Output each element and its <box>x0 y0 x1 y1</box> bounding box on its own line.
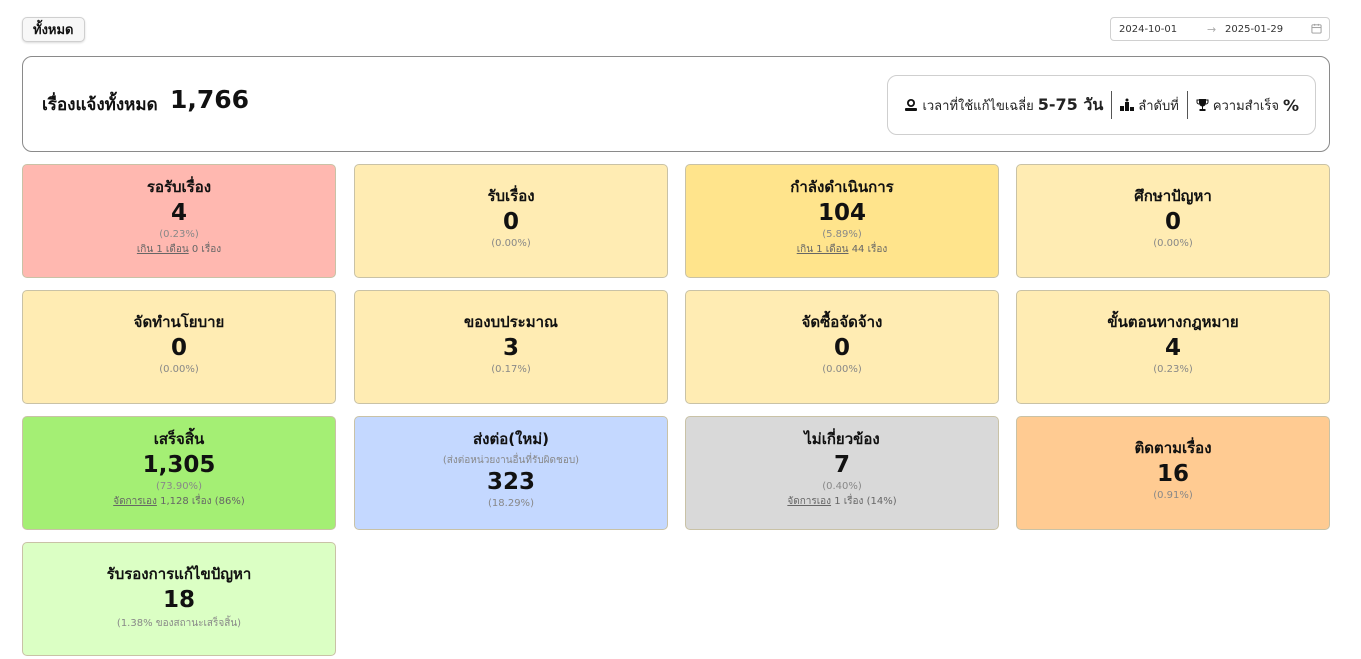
status-card-pending[interactable]: รอรับเรื่อง 4 (0.23%) เกิน 1 เดือน 0 เรื่อง <box>22 164 336 278</box>
card-percent: (0.23%) <box>159 229 199 240</box>
card-note-text: 1 เรื่อง (14%) <box>831 496 897 507</box>
trophy-icon <box>1196 99 1209 111</box>
status-card-follow-up[interactable]: ติดตามเรื่อง 16 (0.91%) <box>1016 416 1330 530</box>
status-card-policy[interactable]: จัดทำนโยบาย 0 (0.00%) <box>22 290 336 404</box>
card-percent: (0.00%) <box>159 364 199 375</box>
success-stat: ความสำเร็จ % <box>1186 91 1307 119</box>
card-percent: (0.40%) <box>822 481 862 492</box>
card-percent: (0.17%) <box>491 364 531 375</box>
summary-panel: เรื่องแจ้งทั้งหมด 1,766 เวลาที่ใช้แก้ไขเ… <box>22 56 1330 152</box>
card-title: ของบประมาณ <box>464 313 558 331</box>
card-note-link[interactable]: จัดการเอง <box>113 496 157 507</box>
date-end[interactable]: 2025-01-29 <box>1225 24 1283 35</box>
card-title: ส่งต่อ(ใหม่) <box>472 430 550 448</box>
status-card-resolution-certified[interactable]: รับรองการแก้ไขปัญหา 18 (1.38% ของสถานะเสร็… <box>22 542 336 656</box>
card-note-text: 0 เรื่อง <box>188 244 222 255</box>
card-percent: (73.90%) <box>156 481 202 492</box>
avg-time-label: เวลาที่ใช้แก้ไขเฉลี่ย <box>922 98 1034 114</box>
card-note: เกิน 1 เดือน 44 เรื่อง <box>686 242 998 257</box>
status-card-completed[interactable]: เสร็จสิ้น 1,305 (73.90%) จัดการเอง 1,128 เร… <box>22 416 336 530</box>
card-title: ไม่เกี่ยวข้อง <box>804 430 880 448</box>
status-card-procurement[interactable]: จัดซื้อจัดจ้าง 0 (0.00%) <box>685 290 999 404</box>
card-note: เกิน 1 เดือน 0 เรื่อง <box>23 242 335 257</box>
card-percent: (1.38% ของสถานะเสร็จสิ้น) <box>116 618 242 629</box>
card-value: 323 <box>486 469 535 495</box>
card-value: 7 <box>833 452 850 478</box>
card-value: 0 <box>833 335 850 361</box>
status-card-budget[interactable]: ของบประมาณ 3 (0.17%) <box>354 290 668 404</box>
status-card-received[interactable]: รับเรื่อง 0 (0.00%) <box>354 164 668 278</box>
card-percent: (0.00%) <box>1153 238 1193 249</box>
card-subtitle: (ส่งต่อหน่วยงานอื่นที่รับผิดชอบ) <box>442 455 580 466</box>
card-value: 0 <box>502 209 519 235</box>
total-count: 1,766 <box>170 85 250 114</box>
status-card-studying[interactable]: ศึกษาปัญหา 0 (0.00%) <box>1016 164 1330 278</box>
card-percent: (0.00%) <box>491 238 531 249</box>
card-value: 18 <box>162 587 195 613</box>
success-value: % <box>1282 95 1299 115</box>
clock-hand-icon <box>905 99 918 111</box>
rank-stat: ลำดับที่ <box>1111 91 1187 119</box>
calendar-icon[interactable] <box>1311 23 1322 34</box>
card-percent: (0.23%) <box>1153 364 1193 375</box>
filter-all-button[interactable]: ทั้งหมด <box>22 17 85 42</box>
card-title: ขั้นตอนทางกฎหมาย <box>1107 313 1239 331</box>
card-value: 16 <box>1156 461 1189 487</box>
card-title: รอรับเรื่อง <box>146 178 212 196</box>
card-value: 3 <box>502 335 519 361</box>
card-title: จัดทำนโยบาย <box>133 313 225 331</box>
card-value: 4 <box>1164 335 1181 361</box>
card-title: ศึกษาปัญหา <box>1134 187 1212 205</box>
card-title: ติดตามเรื่อง <box>1134 439 1212 457</box>
avg-time-stat: เวลาที่ใช้แก้ไขเฉลี่ย 5-75 วัน <box>896 91 1111 119</box>
date-arrow: → <box>1207 22 1217 36</box>
card-note: จัดการเอง 1,128 เรื่อง (86%) <box>23 494 335 509</box>
card-value: 1,305 <box>142 452 216 478</box>
card-note-text: 44 เรื่อง <box>848 244 888 255</box>
status-card-legal[interactable]: ขั้นตอนทางกฎหมาย 4 (0.23%) <box>1016 290 1330 404</box>
card-title: รับเรื่อง <box>487 187 535 205</box>
card-value: 0 <box>1164 209 1181 235</box>
status-card-forwarded[interactable]: ส่งต่อ(ใหม่) (ส่งต่อหน่วยงานอื่นที่รับผิด… <box>354 416 668 530</box>
stats-box: เวลาที่ใช้แก้ไขเฉลี่ย 5-75 วัน ลำดับที่ … <box>887 75 1316 135</box>
card-percent: (0.91%) <box>1153 490 1193 501</box>
card-note: จัดการเอง 1 เรื่อง (14%) <box>686 494 998 509</box>
success-label: ความสำเร็จ <box>1212 98 1279 114</box>
card-title: จัดซื้อจัดจ้าง <box>801 313 883 331</box>
total-label: เรื่องแจ้งทั้งหมด <box>42 95 158 115</box>
card-value: 4 <box>170 200 187 226</box>
rank-label: ลำดับที่ <box>1138 98 1179 114</box>
card-title: เสร็จสิ้น <box>153 430 205 448</box>
card-value: 0 <box>170 335 187 361</box>
card-note-link[interactable]: จัดการเอง <box>787 496 831 507</box>
status-card-unrelated[interactable]: ไม่เกี่ยวข้อง 7 (0.40%) จัดการเอง 1 เรื่อง … <box>685 416 999 530</box>
card-note-link[interactable]: เกิน 1 เดือน <box>797 244 849 255</box>
avg-time-value: 5-75 วัน <box>1037 94 1104 114</box>
card-note-text: 1,128 เรื่อง (86%) <box>156 496 245 507</box>
date-range-picker[interactable]: 2024-10-01 → 2025-01-29 <box>1110 17 1330 41</box>
card-percent: (18.29%) <box>488 498 534 509</box>
card-title: รับรองการแก้ไขปัญหา <box>106 565 252 583</box>
card-title: กำลังดำเนินการ <box>790 178 894 196</box>
card-value: 104 <box>817 200 866 226</box>
card-percent: (0.00%) <box>822 364 862 375</box>
status-card-in-progress[interactable]: กำลังดำเนินการ 104 (5.89%) เกิน 1 เดือน 44 … <box>685 164 999 278</box>
card-note-link[interactable]: เกิน 1 เดือน <box>137 244 189 255</box>
podium-icon <box>1120 98 1135 111</box>
card-percent: (5.89%) <box>822 229 862 240</box>
date-start[interactable]: 2024-10-01 <box>1119 24 1177 35</box>
